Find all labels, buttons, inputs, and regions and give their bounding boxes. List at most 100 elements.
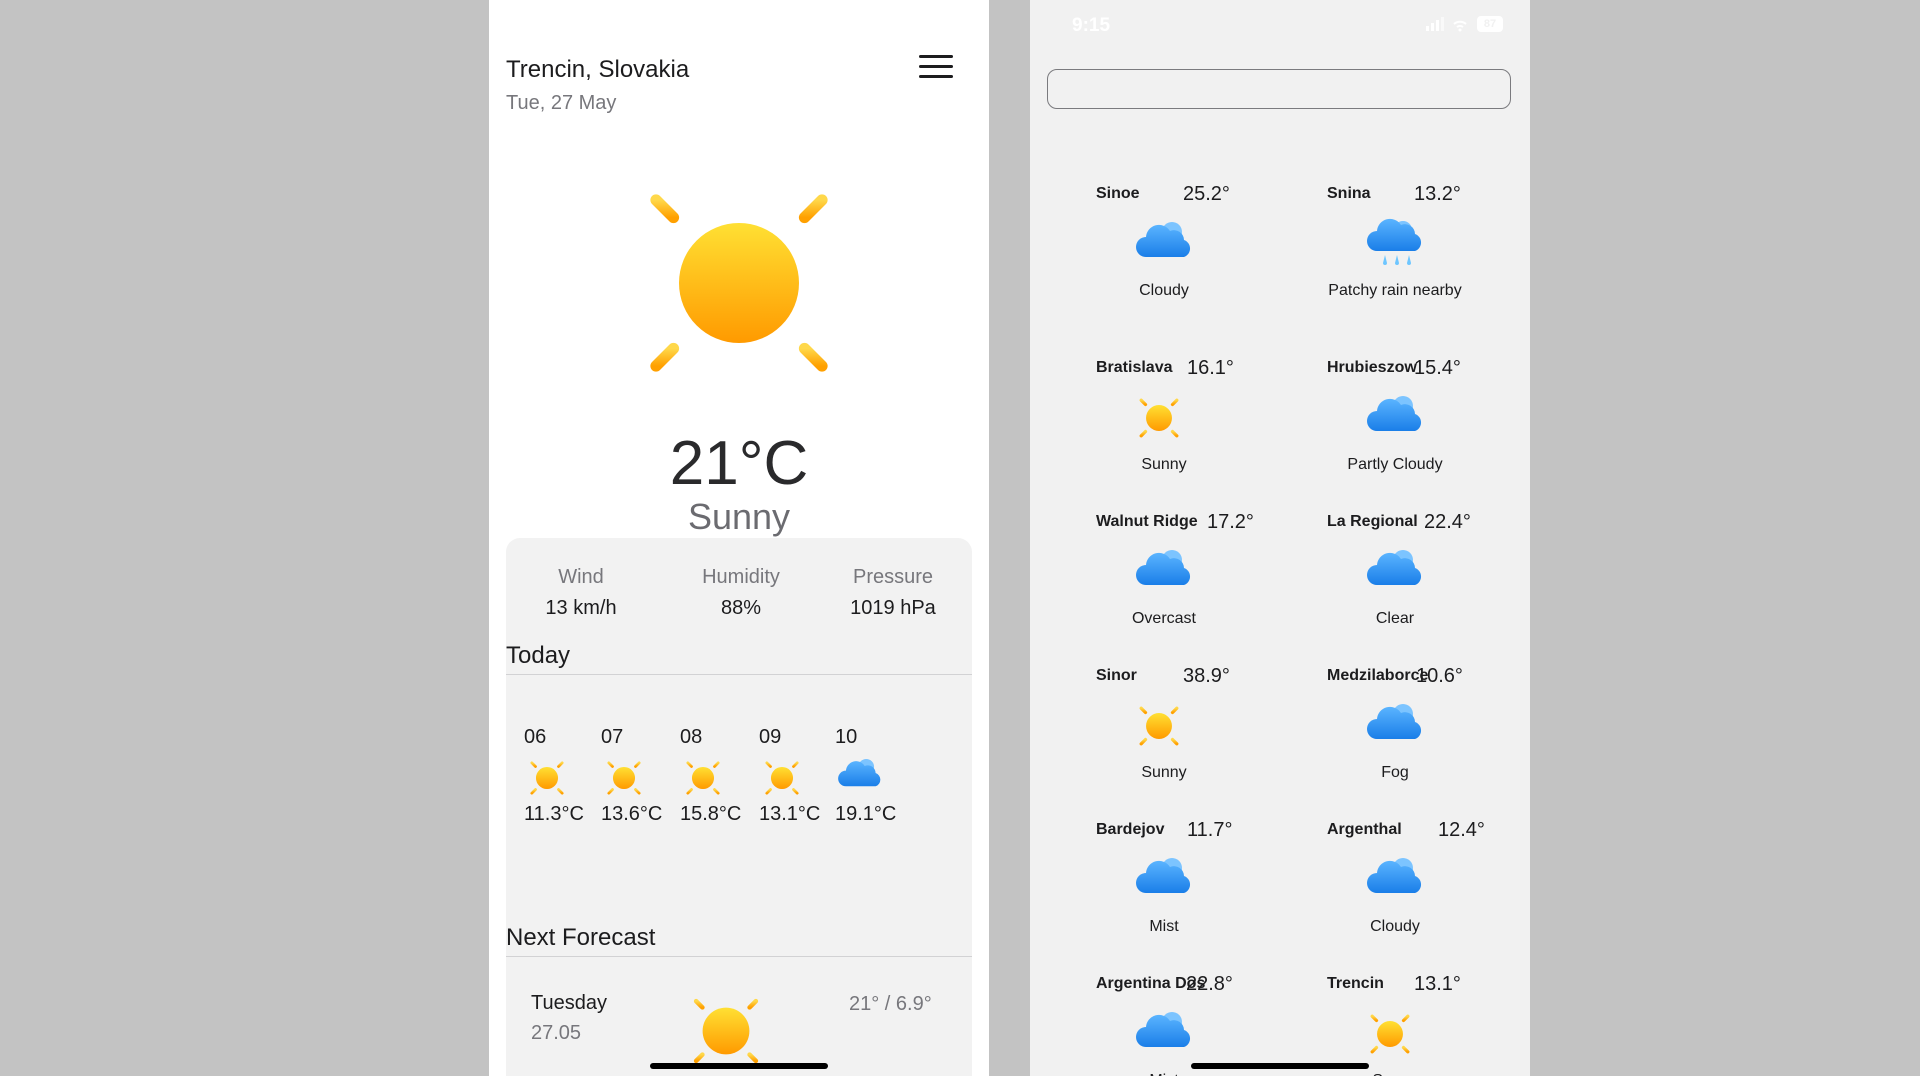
city-temperature: 22.4° xyxy=(1424,511,1471,533)
city-name: La Regional xyxy=(1327,513,1418,530)
divider xyxy=(506,674,972,675)
status-time: 9:15 xyxy=(1072,15,1111,36)
city-name: Hrubieszow xyxy=(1327,359,1417,376)
hamburger-menu-icon[interactable] xyxy=(919,55,953,79)
cloud-icon xyxy=(835,755,915,799)
city-condition: Sunny xyxy=(1327,1070,1463,1076)
city-card[interactable]: Walnut Ridge 17.2° Overcast xyxy=(1096,511,1296,663)
city-condition: Mist xyxy=(1149,918,1179,935)
current-temperature: 21°C xyxy=(669,429,809,498)
city-card[interactable]: La Regional 22.4° Clear xyxy=(1327,511,1527,663)
city-name: Medzilaborce xyxy=(1327,667,1429,684)
city-name: Snina xyxy=(1327,185,1371,202)
hourly-item: 09 13.1°C xyxy=(759,726,839,826)
hour-label: 08 xyxy=(680,726,703,748)
city-condition: Fog xyxy=(1381,764,1409,781)
hourly-item: 08 15.8°C xyxy=(680,726,760,826)
city-card[interactable]: Hrubieszow 15.4° Partly Cloudy xyxy=(1327,357,1527,509)
cloud-icon xyxy=(1132,217,1196,269)
city-card[interactable]: Bratislava 16.1° Sunny xyxy=(1096,357,1296,509)
city-title: Trencin, Slovakia xyxy=(506,56,690,83)
city-card[interactable]: Sinor 38.9° Sunny xyxy=(1096,665,1296,817)
city-temperature: 13.2° xyxy=(1414,183,1461,205)
cloud-icon xyxy=(1363,853,1427,905)
signal-icon xyxy=(1426,16,1470,37)
pressure-label: Pressure xyxy=(852,566,934,588)
city-condition: Cloudy xyxy=(1139,282,1189,299)
hourly-item: 06 11.3°C xyxy=(524,726,604,826)
today-title: Today xyxy=(506,642,571,669)
forecast-temp-range: 21° / 6.9° xyxy=(849,993,932,1015)
city-temperature: 13.1° xyxy=(1414,973,1461,995)
city-card[interactable]: Argentina Dos 22.8° Mist xyxy=(1096,973,1296,1076)
cloud-icon xyxy=(1363,391,1427,443)
search-input[interactable] xyxy=(1047,69,1511,109)
cloud-icon xyxy=(1132,1007,1196,1059)
city-card[interactable]: Sinoe 25.2° Cloudy xyxy=(1096,183,1296,335)
city-temperature: 16.1° xyxy=(1187,357,1234,379)
city-name: Argenthal xyxy=(1327,821,1402,838)
rain-cloud-icon xyxy=(1363,217,1427,269)
city-card[interactable]: Trencin 13.1° Sunny xyxy=(1327,973,1527,1076)
pressure-stat: Pressure 1019 hPa xyxy=(823,566,963,620)
hourly-item: 10 19.1°C xyxy=(835,726,915,826)
details-card: Wind 13 km/h Humidity 88% Pressure 1019 … xyxy=(506,538,972,1076)
wind-stat: Wind 13 km/h xyxy=(511,566,651,620)
sun-icon xyxy=(614,158,864,413)
city-temperature: 15.4° xyxy=(1414,357,1461,379)
sun-icon xyxy=(1132,391,1196,445)
city-temperature: 10.6° xyxy=(1416,665,1463,687)
city-condition: Overcast xyxy=(1131,610,1196,627)
home-indicator[interactable] xyxy=(650,1063,828,1069)
current-condition: Sunny xyxy=(687,496,791,537)
hour-temperature: 15.8°C xyxy=(680,803,742,825)
hour-label: 10 xyxy=(835,726,858,748)
home-indicator[interactable] xyxy=(1191,1063,1369,1069)
forecast-date: 27.05 xyxy=(531,1022,582,1044)
city-card[interactable]: Snina 13.2° Patchy rain nearby xyxy=(1327,183,1527,335)
wind-value: 13 km/h xyxy=(545,597,617,619)
city-name: Sinoe xyxy=(1096,185,1140,202)
forecast-day: Tuesday xyxy=(531,992,607,1014)
city-name: Bratislava xyxy=(1096,359,1173,376)
hour-temperature: 19.1°C xyxy=(835,803,897,825)
city-name: Bardejov xyxy=(1096,821,1165,838)
city-temperature: 11.7° xyxy=(1187,819,1233,841)
hour-label: 06 xyxy=(524,726,547,748)
city-condition: Sunny xyxy=(1141,764,1187,781)
hour-label: 09 xyxy=(759,726,782,748)
city-card[interactable]: Medzilaborce 10.6° Fog xyxy=(1327,665,1527,817)
city-card[interactable]: Argenthal 12.4° Cloudy xyxy=(1327,819,1527,971)
sun-icon xyxy=(1132,699,1196,753)
battery-icon: 87 xyxy=(1477,16,1503,32)
humidity-value: 88% xyxy=(720,597,762,619)
city-temperature: 25.2° xyxy=(1183,183,1230,205)
city-name: Walnut Ridge xyxy=(1096,513,1198,530)
cloud-icon xyxy=(1132,545,1196,597)
city-temperature: 17.2° xyxy=(1207,511,1254,533)
city-condition: Patchy rain nearby xyxy=(1328,282,1462,299)
cloud-icon xyxy=(1363,545,1427,597)
wind-label: Wind xyxy=(558,566,604,588)
city-condition: Mist xyxy=(1096,1070,1232,1076)
next-forecast-title: Next Forecast xyxy=(506,924,656,951)
city-condition: Clear xyxy=(1375,610,1415,627)
sun-icon xyxy=(680,755,760,801)
hour-label: 07 xyxy=(601,726,624,748)
pressure-value: 1019 hPa xyxy=(850,597,936,619)
city-name: Sinor xyxy=(1096,667,1137,684)
city-card[interactable]: Bardejov 11.7° Mist xyxy=(1096,819,1296,971)
city-temperature: 12.4° xyxy=(1438,819,1485,841)
city-condition: Sunny xyxy=(1141,456,1187,473)
current-date: Tue, 27 May xyxy=(506,92,617,114)
cloud-icon xyxy=(1132,853,1196,905)
divider xyxy=(506,956,972,957)
city-name: Trencin xyxy=(1327,975,1384,992)
hour-temperature: 13.1°C xyxy=(759,803,821,825)
humidity-stat: Humidity 88% xyxy=(671,566,811,620)
city-temperature: 38.9° xyxy=(1183,665,1230,687)
city-condition: Partly Cloudy xyxy=(1347,456,1443,473)
humidity-label: Humidity xyxy=(702,566,780,588)
hour-temperature: 13.6°C xyxy=(601,803,663,825)
sun-icon xyxy=(759,755,839,801)
